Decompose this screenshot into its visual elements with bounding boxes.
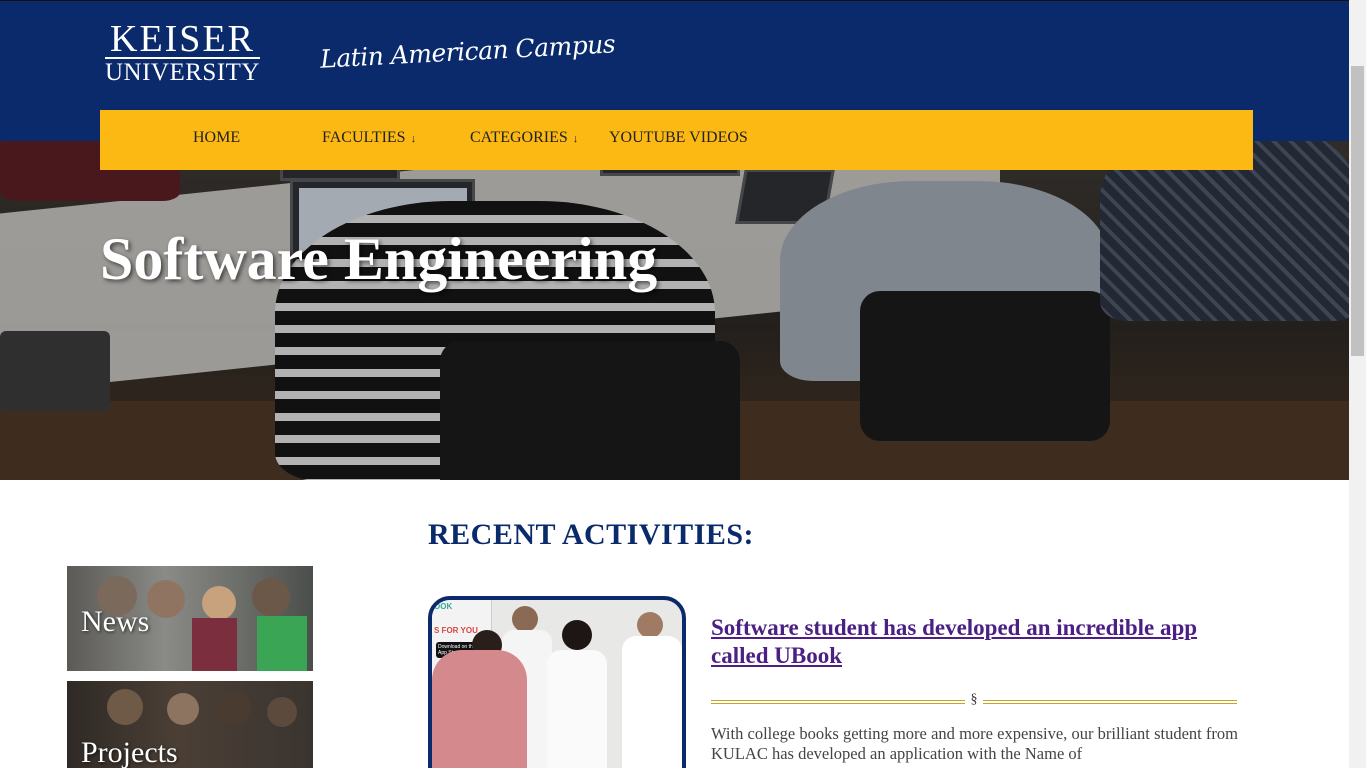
sidebar-card-news[interactable]: News bbox=[67, 566, 313, 671]
logo-text-keiser: KEISER bbox=[110, 18, 255, 60]
nav-item-home[interactable]: HOME bbox=[193, 110, 240, 170]
dropdown-arrow-icon: ↓ bbox=[410, 133, 417, 145]
post-title-link[interactable]: Software student has developed an incred… bbox=[711, 614, 1241, 670]
nav-label-home: HOME bbox=[193, 129, 241, 146]
title-divider: § bbox=[711, 692, 1237, 712]
thumbnail-person-pink bbox=[432, 650, 527, 768]
sidebar-card-projects[interactable]: Projects bbox=[67, 681, 313, 768]
sidebar-card-label-news: News bbox=[81, 605, 150, 638]
nav-item-categories[interactable]: CATEGORIES ↓ bbox=[470, 110, 578, 170]
hero-overlay bbox=[0, 141, 1349, 480]
page-title: Software Engineering bbox=[100, 226, 658, 292]
post-excerpt: With college books getting more and more… bbox=[711, 724, 1238, 763]
dropdown-arrow-icon: ↓ bbox=[572, 133, 579, 145]
campus-name: Latin American Campus bbox=[319, 29, 616, 74]
keiser-logo[interactable]: KEISER UNIVERSITY bbox=[105, 18, 260, 86]
thumbnail-person-shirt bbox=[622, 636, 682, 768]
main-nav: HOME FACULTIES ↓ CATEGORIES ↓ YOUTUBE VIDE… bbox=[100, 110, 1253, 170]
section-sign-icon: § bbox=[970, 692, 978, 707]
nav-item-youtube-videos[interactable]: YOUTUBE VIDEOS bbox=[609, 110, 748, 170]
sidebar-card-label-projects: Projects bbox=[81, 736, 178, 768]
poster-text-top: OOK bbox=[434, 602, 453, 611]
nav-label-categories: CATEGORIES bbox=[470, 129, 568, 146]
logo-text-university: UNIVERSITY bbox=[105, 59, 260, 86]
divider-line-right bbox=[983, 700, 1237, 704]
page: KEISER UNIVERSITY Latin American Campus … bbox=[0, 0, 1349, 768]
post-thumbnail[interactable]: OOK S FOR YOU Download on the App Store bbox=[428, 596, 686, 768]
divider-line-left bbox=[711, 700, 965, 704]
nav-item-faculties[interactable]: FACULTIES ↓ bbox=[322, 110, 416, 170]
nav-label-faculties: FACULTIES bbox=[322, 129, 406, 146]
nav-label-youtube-videos: YOUTUBE VIDEOS bbox=[609, 129, 748, 146]
thumbnail-person-shirt bbox=[547, 650, 607, 768]
poster-text: S FOR YOU bbox=[434, 626, 478, 635]
page-scrollbar[interactable] bbox=[1349, 0, 1366, 768]
thumbnail-person bbox=[637, 612, 663, 638]
thumbnail-person bbox=[562, 620, 592, 650]
scrollbar-thumb[interactable] bbox=[1351, 66, 1364, 356]
thumbnail-person bbox=[512, 606, 538, 632]
recent-activities-heading: RECENT ACTIVITIES: bbox=[428, 518, 755, 551]
hero-banner: Software Engineering bbox=[0, 141, 1349, 480]
